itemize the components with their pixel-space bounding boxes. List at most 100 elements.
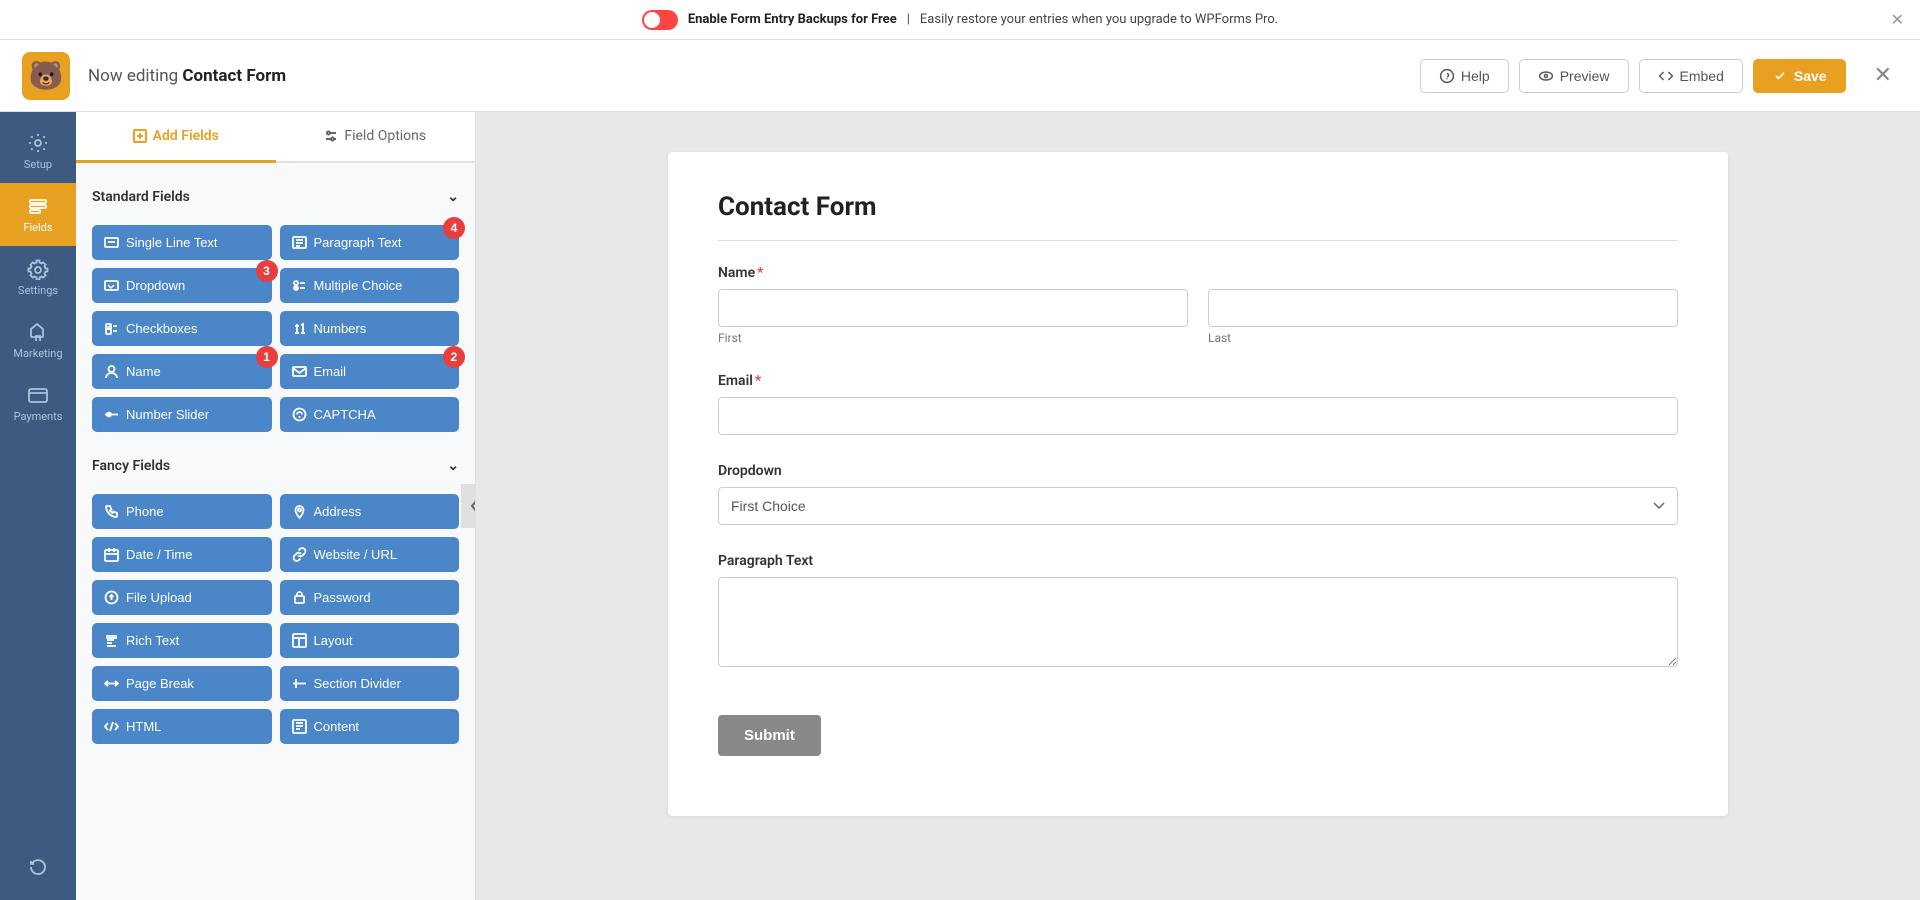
standard-fields-grid: Single Line Text Paragraph Text 4 Dropdo…	[92, 225, 459, 432]
sidebar-item-setup[interactable]: Setup	[0, 120, 76, 183]
name-row: First Last	[718, 289, 1678, 345]
toggle-circle	[644, 12, 660, 28]
field-btn-name[interactable]: Name 1	[92, 354, 272, 389]
standard-fields-chevron: ⌄	[447, 189, 459, 205]
notif-separator: |	[907, 12, 910, 27]
name-badge: 1	[256, 346, 278, 368]
close-editor-button[interactable]: ✕	[1866, 59, 1900, 92]
submit-button[interactable]: Submit	[718, 715, 821, 756]
standard-fields-title: Standard Fields	[92, 189, 190, 205]
sidebar-item-marketing[interactable]: Marketing	[0, 309, 76, 372]
field-btn-page-break[interactable]: Page Break	[92, 666, 272, 701]
panel-collapse-arrow[interactable]	[461, 484, 476, 528]
field-btn-website-url[interactable]: Website / URL	[280, 537, 460, 572]
form-name-header: Contact Form	[182, 66, 286, 86]
tab-field-options[interactable]: Field Options	[276, 112, 476, 163]
multiplechoice-icon	[292, 278, 307, 293]
save-icon	[1772, 68, 1788, 84]
form-field-dropdown: Dropdown First Choice	[718, 463, 1678, 525]
slider-icon	[104, 407, 119, 422]
save-button[interactable]: Save	[1753, 59, 1846, 93]
field-btn-multiple-choice[interactable]: Multiple Choice	[280, 268, 460, 303]
name-first-col: First	[718, 289, 1188, 345]
field-btn-phone[interactable]: Phone	[92, 494, 272, 529]
field-btn-number-slider[interactable]: Number Slider	[92, 397, 272, 432]
email-input[interactable]	[718, 397, 1678, 435]
sidebar-item-label: Setup	[24, 158, 52, 171]
content-icon	[292, 719, 307, 734]
paragraph-textarea[interactable]	[718, 577, 1678, 667]
sidebar-item-fields[interactable]: Fields	[0, 183, 76, 246]
payments-icon	[27, 384, 49, 406]
field-btn-checkboxes[interactable]: Checkboxes	[92, 311, 272, 346]
email-badge: 2	[443, 346, 465, 368]
notif-description: Easily restore your entries when you upg…	[920, 12, 1278, 27]
backup-toggle[interactable]	[642, 10, 678, 30]
name-first-input[interactable]	[718, 289, 1188, 327]
field-btn-dropdown[interactable]: Dropdown 3	[92, 268, 272, 303]
password-icon	[292, 590, 307, 605]
field-btn-captcha[interactable]: CAPTCHA	[280, 397, 460, 432]
help-button[interactable]: Help	[1420, 59, 1509, 93]
fancy-fields-chevron: ⌄	[447, 458, 459, 474]
header: 🐻 Now editing Contact Form Help Preview …	[0, 40, 1920, 112]
url-icon	[292, 547, 307, 562]
field-btn-password[interactable]: Password	[280, 580, 460, 615]
form-title: Contact Form	[718, 192, 1678, 241]
embed-button[interactable]: Embed	[1639, 59, 1743, 93]
richtext-icon	[104, 633, 119, 648]
field-btn-section-divider[interactable]: Section Divider	[280, 666, 460, 701]
fancy-fields-header[interactable]: Fancy Fields ⌄	[92, 448, 459, 484]
embed-icon	[1658, 68, 1674, 84]
field-btn-content[interactable]: Content	[280, 709, 460, 744]
notification-bar: Enable Form Entry Backups for Free | Eas…	[0, 0, 1920, 40]
sidebar-item-payments[interactable]: Payments	[0, 372, 76, 435]
address-icon	[292, 504, 307, 519]
fields-icon	[27, 195, 49, 217]
date-icon	[104, 547, 119, 562]
upload-icon	[104, 590, 119, 605]
form-canvas: Contact Form Name* First Last	[668, 152, 1728, 816]
field-btn-paragraph-text[interactable]: Paragraph Text 4	[280, 225, 460, 260]
preview-button[interactable]: Preview	[1519, 59, 1629, 93]
standard-fields-header[interactable]: Standard Fields ⌄	[92, 179, 459, 215]
sidebar-item-label: Settings	[18, 284, 58, 297]
close-notif-button[interactable]: ✕	[1891, 10, 1904, 29]
field-btn-email[interactable]: Email 2	[280, 354, 460, 389]
form-field-email: Email*	[718, 373, 1678, 435]
help-icon	[1439, 68, 1455, 84]
sidebar-item-settings[interactable]: Settings	[0, 246, 76, 309]
fancy-fields-title: Fancy Fields	[92, 458, 170, 474]
phone-icon	[104, 504, 119, 519]
tab-add-fields[interactable]: Add Fields	[76, 112, 276, 163]
name-last-input[interactable]	[1208, 289, 1678, 327]
sidebar-item-label: Fields	[23, 221, 52, 234]
dropdown-badge: 3	[256, 260, 278, 282]
add-fields-tab-icon	[133, 129, 147, 143]
settings-icon	[27, 258, 49, 280]
tab-add-fields-label: Add Fields	[153, 128, 219, 144]
name-icon	[104, 364, 119, 379]
field-btn-numbers[interactable]: Numbers	[280, 311, 460, 346]
field-btn-file-upload[interactable]: File Upload	[92, 580, 272, 615]
email-icon	[292, 364, 307, 379]
paragraph-label: Paragraph Text	[718, 553, 1678, 569]
field-btn-single-line-text[interactable]: Single Line Text	[92, 225, 272, 260]
layout-icon	[292, 633, 307, 648]
panel-tabs: Add Fields Field Options	[76, 112, 475, 163]
dropdown-select[interactable]: First Choice	[718, 487, 1678, 525]
field-btn-layout[interactable]: Layout	[280, 623, 460, 658]
captcha-icon	[292, 407, 307, 422]
field-btn-date-time[interactable]: Date / Time	[92, 537, 272, 572]
sidebar-item-label: Marketing	[13, 347, 62, 360]
field-btn-address[interactable]: Address	[280, 494, 460, 529]
divider-icon	[292, 676, 307, 691]
field-options-tab-icon	[324, 129, 338, 143]
name-last-col: Last	[1208, 289, 1678, 345]
field-btn-html[interactable]: HTML	[92, 709, 272, 744]
sidebar-item-history[interactable]	[0, 844, 76, 890]
name-label: Name*	[718, 265, 1678, 281]
field-btn-rich-text[interactable]: Rich Text	[92, 623, 272, 658]
html-icon	[104, 719, 119, 734]
tab-field-options-label: Field Options	[344, 128, 426, 144]
